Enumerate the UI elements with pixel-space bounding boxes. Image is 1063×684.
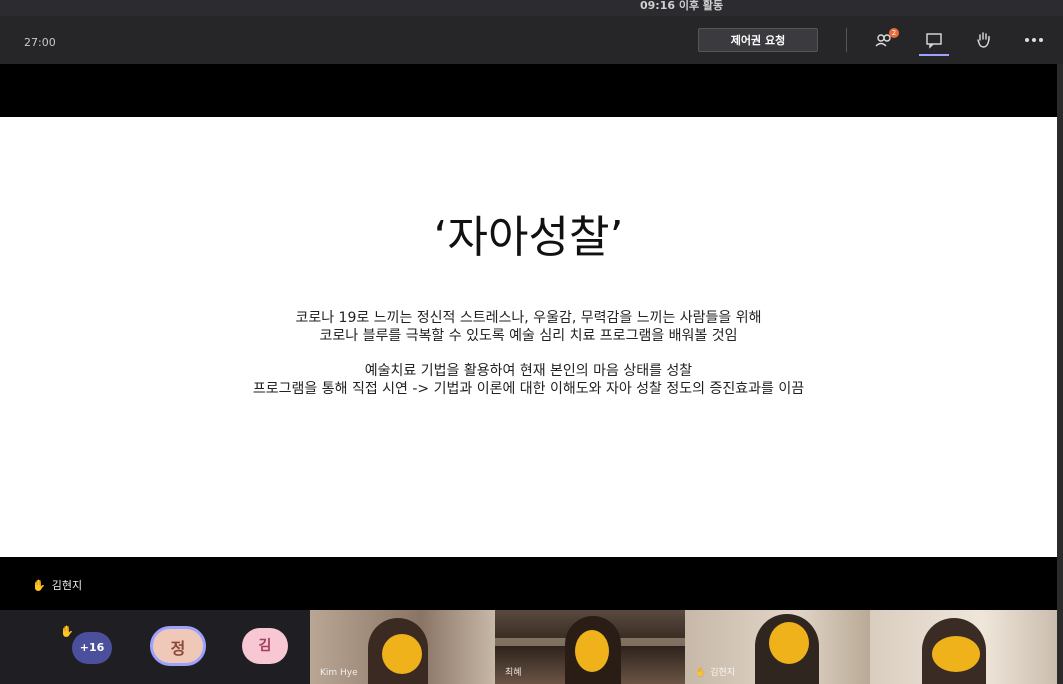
raised-hand-name: 김현지 bbox=[51, 579, 83, 592]
face-blur-sticker bbox=[932, 636, 980, 672]
screen-share-top-band bbox=[0, 64, 1057, 117]
window-title: 09:16 이후 활동 bbox=[640, 0, 724, 12]
participant-video-tile[interactable]: Kim Hye bbox=[310, 610, 495, 684]
slide-text-line: 코로나 19로 느끼는 정신적 스트레스나, 우울감, 무력감을 느끼는 사람들… bbox=[295, 310, 762, 326]
more-participants-button[interactable]: +16 bbox=[72, 632, 112, 664]
participant-name-with-hand: ✋ 김현지 bbox=[695, 665, 735, 678]
slide-text-line: 프로그램을 통해 직접 시연 -> 기법과 이론에 대한 이해도와 자아 성찰 … bbox=[252, 381, 805, 397]
participant-video-tile[interactable]: 최혜 bbox=[495, 610, 685, 684]
slide-text-line: 코로나 블루를 극복할 수 있도록 예술 심리 치료 프로그램을 배워볼 것임 bbox=[319, 328, 738, 344]
toolbar-divider bbox=[846, 28, 847, 52]
raised-hand-icon: ✋ bbox=[32, 579, 46, 592]
screen-share-bottom-band bbox=[0, 557, 1057, 610]
participant-avatar[interactable]: 정 bbox=[150, 626, 206, 666]
participant-name: 김현지 bbox=[710, 668, 736, 678]
shared-slide: ‘자아성찰’ 코로나 19로 느끼는 정신적 스트레스나, 우울감, 무력감을 … bbox=[0, 117, 1057, 557]
meeting-timer: 27:00 bbox=[24, 36, 56, 49]
request-control-button[interactable]: 제어권 요청 bbox=[698, 28, 818, 52]
active-tab-indicator bbox=[919, 54, 949, 56]
face-blur-sticker bbox=[575, 630, 609, 672]
participant-name: 최혜 bbox=[505, 668, 522, 678]
participant-name: Kim Hye bbox=[320, 668, 358, 678]
face-blur-sticker bbox=[769, 622, 809, 664]
face-blur-sticker bbox=[382, 634, 422, 674]
slide-title: ‘자아성찰’ bbox=[433, 212, 624, 263]
more-options-icon[interactable] bbox=[1022, 30, 1043, 50]
raised-hand-notice: ✋ 김현지 bbox=[32, 577, 82, 593]
right-edge bbox=[1057, 64, 1063, 684]
raised-hand-icon: ✋ bbox=[60, 625, 74, 638]
participant-video-tile[interactable]: ✋ 김현지 bbox=[685, 610, 870, 684]
raise-hand-icon[interactable] bbox=[974, 30, 994, 50]
slide-text-line: 예술치료 기법을 활용하여 현재 본인의 마음 상태를 성찰 bbox=[364, 363, 693, 379]
window-title-bar: 09:16 이후 활동 bbox=[0, 0, 1063, 16]
raised-hand-icon: ✋ bbox=[695, 668, 707, 678]
meeting-toolbar: 27:00 제어권 요청 2 bbox=[0, 16, 1063, 64]
participant-video-tile[interactable] bbox=[870, 610, 1057, 684]
chat-icon[interactable] bbox=[924, 30, 944, 50]
participants-badge: 2 bbox=[889, 28, 899, 38]
participant-avatar[interactable]: 김 bbox=[242, 628, 288, 664]
